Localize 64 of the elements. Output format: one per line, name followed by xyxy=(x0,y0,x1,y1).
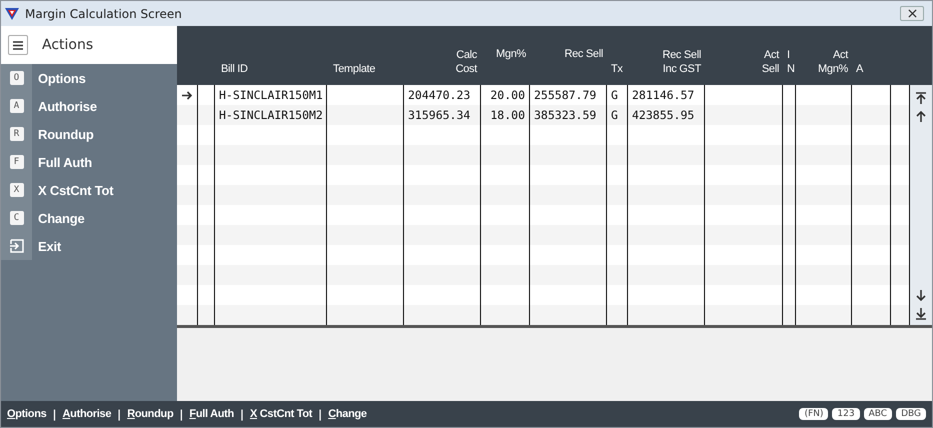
table-cell: 315965.34 xyxy=(408,108,470,122)
column-header: Calc Cost xyxy=(456,48,477,76)
table-cell: 255587.79 xyxy=(534,88,596,102)
shortcut-link[interactable]: Authorise xyxy=(62,408,112,420)
separator: | xyxy=(52,408,56,420)
column-header: A xyxy=(856,62,864,76)
mode-badge: ABC xyxy=(864,408,892,420)
table-cell: G xyxy=(611,88,618,102)
scroll-bottom-icon[interactable] xyxy=(916,308,926,320)
mode-badge: (FN) xyxy=(799,408,828,420)
action-item[interactable]: Full Auth xyxy=(32,154,92,170)
table-cell: 423855.95 xyxy=(632,108,694,122)
key-badge: R xyxy=(10,127,24,141)
action-item[interactable]: Roundup xyxy=(32,126,94,142)
mode-badge: 123 xyxy=(832,408,860,420)
key-badge: A xyxy=(10,99,24,113)
window-title: Margin Calculation Screen xyxy=(25,6,182,20)
table-cell: 18.00 xyxy=(490,108,525,122)
close-button[interactable] xyxy=(900,6,924,21)
column-header: I N xyxy=(787,48,795,76)
separator: | xyxy=(318,408,322,420)
table-cell: 20.00 xyxy=(490,88,525,102)
key-badge: X xyxy=(10,183,24,197)
shortcut-link[interactable]: Full Auth xyxy=(189,408,234,420)
column-header: Act Sell xyxy=(762,48,779,76)
table-cell: 204470.23 xyxy=(408,88,470,102)
action-item[interactable]: X CstCnt Tot xyxy=(32,182,114,198)
key-badge: O xyxy=(10,71,24,85)
action-item[interactable]: Exit xyxy=(32,238,62,254)
column-header: Rec Sell xyxy=(564,47,603,61)
key-badge: C xyxy=(10,211,24,225)
exit-icon xyxy=(10,239,24,253)
shortcut-link[interactable]: Options xyxy=(7,408,46,420)
column-header: Bill ID xyxy=(221,62,248,76)
mode-badge: DBG xyxy=(896,408,926,420)
action-item[interactable]: Authorise xyxy=(32,98,97,114)
app-logo-icon xyxy=(5,8,19,20)
table-cell: 281146.57 xyxy=(632,88,694,102)
column-header: Act Mgn% xyxy=(818,48,848,76)
column-header: Mgn% xyxy=(496,47,526,61)
close-icon xyxy=(908,9,916,18)
action-item[interactable]: Options xyxy=(32,70,86,86)
menu-button[interactable] xyxy=(8,35,28,55)
shortcut-link[interactable]: Roundup xyxy=(127,408,174,420)
row-pointer-icon xyxy=(182,90,192,100)
separator: | xyxy=(179,408,184,420)
column-header: Tx xyxy=(611,62,623,76)
scroll-up-icon[interactable] xyxy=(916,110,926,122)
table-cell: G xyxy=(611,108,618,122)
sidebar-title: Actions xyxy=(42,37,94,53)
scroll-down-icon[interactable] xyxy=(916,290,926,302)
action-item[interactable]: Change xyxy=(32,210,84,226)
table-cell: H-SINCLAIR150M1 xyxy=(219,88,323,102)
column-header: Template xyxy=(333,62,376,76)
separator: | xyxy=(240,408,244,420)
column-header: Rec Sell Inc GST xyxy=(662,48,701,76)
scroll-top-icon[interactable] xyxy=(916,92,926,104)
menu-lines-icon xyxy=(13,40,23,50)
shortcut-link[interactable]: X CstCnt Tot xyxy=(250,408,312,420)
table-cell: H-SINCLAIR150M2 xyxy=(219,108,323,122)
separator: | xyxy=(117,408,122,420)
key-badge: F xyxy=(10,155,24,169)
table-cell: 385323.59 xyxy=(534,108,596,122)
shortcut-link[interactable]: Change xyxy=(328,408,367,420)
